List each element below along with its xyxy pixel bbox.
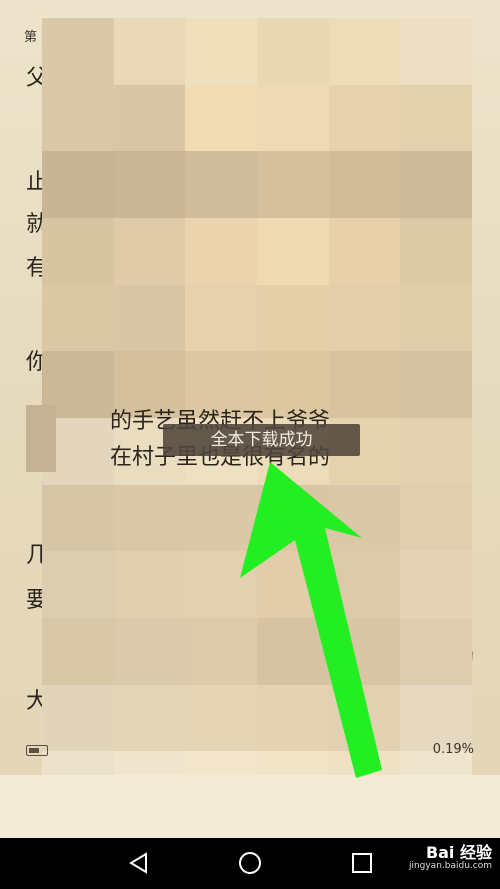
pixelated-edge-block [26,405,56,472]
reader-screen: 第 父 止 就 有 你 几 要 大 下 ， 本 天的 下来 的手艺虽然赶不上爷爷… [0,0,500,838]
chapter-label: 第 [24,30,38,45]
baidu-jingyan-watermark: Bai 经验 jingyan.baidu.com [409,844,492,871]
reading-progress: 0.19% [432,742,474,757]
recents-square-icon[interactable] [347,848,377,878]
battery-icon [26,745,48,756]
back-triangle-icon[interactable] [124,848,154,878]
home-circle-icon[interactable] [235,848,265,878]
reader-bottom-bar [0,775,500,838]
watermark-main: Bai 经验 [425,843,492,862]
watermark-sub: jingyan.baidu.com [408,860,492,871]
download-toast: 全本下载成功 [163,424,360,456]
system-nav-bar: Bai 经验 jingyan.baidu.com [0,838,500,889]
